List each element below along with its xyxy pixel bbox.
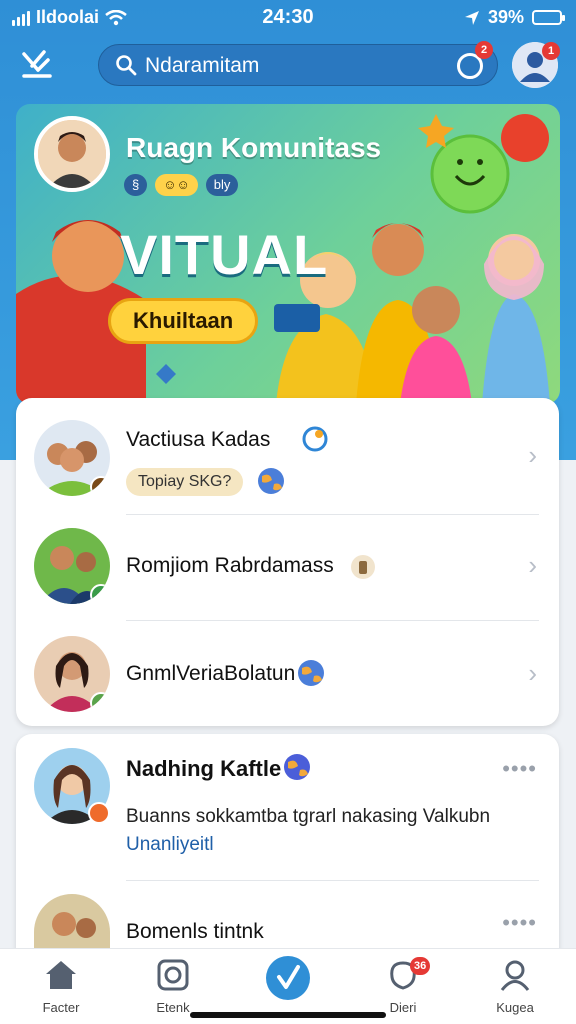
nav-item-notifications[interactable]: Dieri 36 [358, 957, 448, 1015]
search-bar[interactable]: Ndaramitam 2 [98, 41, 498, 86]
battery-icon [532, 10, 565, 25]
next-post-avatar[interactable] [34, 894, 110, 948]
community-title: Ruagn Komunitass [126, 132, 382, 163]
join-button[interactable]: Khuiltaan [108, 298, 259, 344]
list-item[interactable]: Vactiusa Kadas Topiay SKG? › [16, 398, 559, 506]
nav-item-camera[interactable]: Etenk [128, 959, 218, 1015]
nav-label: Kugea [496, 1000, 534, 1015]
profile-icon [500, 960, 530, 991]
chevron-right-icon: › [528, 658, 537, 688]
post-text: Buanns sokkamtba tgrarl nakasing Valkubn [126, 806, 491, 827]
post-divider [126, 880, 539, 881]
nav-label: Facter [42, 1000, 80, 1015]
globe-emoji-icon [284, 754, 310, 780]
chevron-right-icon: › [528, 550, 537, 580]
app-header: Ndaramitam 2 1 [0, 40, 576, 92]
chip-bly[interactable]: bly [205, 174, 239, 196]
chip-emoji[interactable]: ☺☺ [155, 174, 198, 196]
post-more-button[interactable]: •••• [502, 756, 537, 782]
post-link[interactable]: Unanliyeitl [126, 834, 214, 856]
location-arrow-icon [464, 10, 479, 25]
verified-icon [302, 426, 328, 452]
status-right: 39% [464, 7, 565, 28]
group-avatar [34, 528, 110, 604]
community-avatar[interactable] [34, 116, 110, 192]
group-tag[interactable]: Topiay SKG? [126, 468, 244, 496]
community-banner[interactable]: Ruagn Komunitass § ☺☺ bly VITUAL Khuilta… [16, 104, 560, 404]
status-bar: Ildoolai 24:30 39% [0, 0, 576, 36]
notifications-badge: 36 [410, 957, 431, 975]
profile-badge: 1 [542, 42, 560, 60]
group-name: Romjiom Rabrdamass [126, 554, 334, 577]
group-status-icon [90, 476, 110, 496]
camera-icon [157, 959, 189, 991]
search-input[interactable]: Ndaramitam [145, 54, 259, 78]
post-more-button[interactable]: •••• [502, 910, 537, 936]
compose-icon [266, 956, 310, 1000]
person-avatar-icon [38, 120, 106, 188]
group-name: Vactiusa Kadas [126, 428, 271, 451]
post-card: Nadhing Kaftle •••• Buanns sokkamtba tgr… [16, 734, 559, 974]
home-indicator[interactable] [190, 1012, 386, 1018]
list-item[interactable]: GnmlVeriaBolatun › [16, 620, 559, 728]
search-icon [116, 55, 137, 76]
post-author-status-icon [88, 802, 110, 824]
group-list: Vactiusa Kadas Topiay SKG? › Romjiom Rab… [16, 398, 559, 726]
post-author-name[interactable]: Bomenls tintnk [126, 920, 264, 944]
group-avatar [34, 636, 110, 712]
nav-item-profile[interactable]: Kugea [470, 959, 560, 1015]
community-chips: § ☺☺ bly [124, 174, 239, 196]
chevron-right-icon: › [528, 440, 537, 470]
app-logo-icon[interactable] [18, 46, 56, 84]
home-icon [46, 961, 76, 989]
group-avatar-icon [52, 912, 96, 938]
notification-badge: 2 [475, 41, 493, 59]
chip-section[interactable]: § [124, 174, 148, 196]
nav-item-compose[interactable] [243, 956, 333, 1006]
group-avatar [34, 420, 110, 496]
globe-emoji-icon [298, 660, 324, 686]
post-author-name[interactable]: Nadhing Kaftle [126, 756, 281, 782]
jar-icon [351, 555, 375, 579]
globe-emoji-icon [258, 468, 284, 494]
banner-word: VITUAL [120, 223, 329, 286]
battery-percent: 39% [487, 7, 524, 27]
nav-item-home[interactable]: Facter [16, 959, 106, 1015]
group-name: GnmlVeriaBolatun [126, 662, 296, 685]
group-status-icon [90, 692, 110, 712]
group-status-icon [90, 584, 110, 604]
list-item[interactable]: Romjiom Rabrdamass › [16, 514, 559, 622]
